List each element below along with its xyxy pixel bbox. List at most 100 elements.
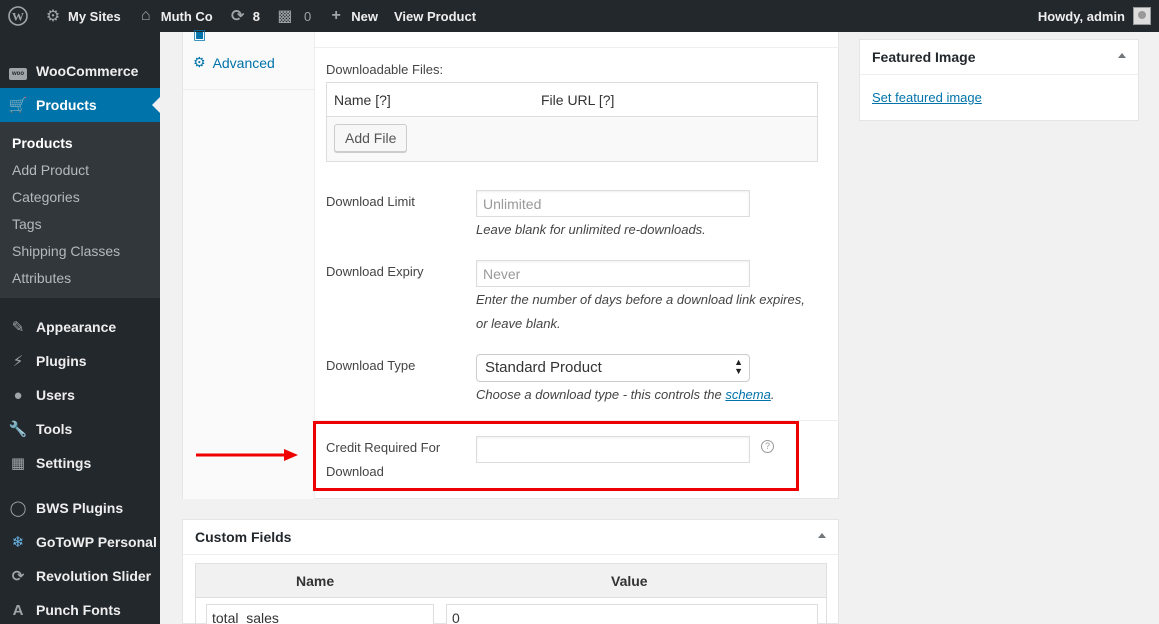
plug-icon: ⚡ [12, 353, 24, 370]
snowflake-icon: ❄ [11, 534, 25, 551]
woocommerce-icon: woo [0, 62, 36, 80]
download-limit-input[interactable]: Unlimited [476, 190, 750, 217]
new-label: New [351, 8, 378, 24]
sidebar-item-plugins[interactable]: ⚡ Plugins [0, 344, 160, 378]
download-expiry-description-line2: or leave blank. [476, 316, 561, 331]
sidebar-item-punch-fonts[interactable]: A Punch Fonts [0, 593, 160, 624]
cart-icon: 🛒 [8, 97, 28, 114]
comments-menu[interactable]: ▩ 0 [268, 0, 319, 32]
sidebar-item-settings[interactable]: ▦ Settings [0, 446, 160, 480]
sidebar-item-label: Appearance [36, 319, 117, 335]
custom-fields-table: Name Value total_sales 0 [195, 563, 827, 624]
submenu-attributes[interactable]: Attributes [12, 270, 71, 286]
section-divider [315, 47, 839, 48]
download-expiry-label: Download Expiry [326, 264, 424, 279]
featured-image-header[interactable]: Featured Image [860, 40, 1138, 75]
download-type-description-text: Choose a download type - this controls t… [476, 387, 722, 402]
sidebar-item-label: Tools [36, 421, 73, 437]
sidebar-item-revolution-slider[interactable]: ⟳ Revolution Slider [0, 559, 160, 593]
custom-fields-box: Custom Fields Name Value total_sales 0 [182, 519, 839, 624]
updates-icon: ⟳ [231, 8, 245, 25]
refresh-icon: ⟳ [11, 568, 25, 585]
column-file-url-header[interactable]: File URL [?] [541, 92, 614, 108]
custom-field-name-input[interactable]: total_sales [206, 604, 434, 624]
downloadable-files-footer: Add File [327, 117, 817, 161]
custom-field-value-input[interactable]: 0 [446, 604, 818, 624]
comments-count: 0 [303, 8, 312, 24]
featured-image-title: Featured Image [872, 49, 976, 65]
downloadable-files-label: Downloadable Files: [326, 62, 444, 77]
updates-count: 8 [252, 8, 260, 24]
select-arrows-icon: ▲ ▼ [734, 357, 743, 376]
set-featured-image-link[interactable]: Set featured image [872, 90, 982, 105]
custom-fields-title: Custom Fields [195, 529, 292, 545]
annotation-arrow-icon [196, 449, 298, 461]
tab-advanced-label: Advanced [212, 54, 275, 71]
gear-icon: ⚙ [193, 54, 206, 70]
submenu-products[interactable]: Products [12, 135, 73, 151]
custom-fields-header[interactable]: Custom Fields [183, 520, 838, 555]
downloadable-files-header: Name [?] File URL [?] [327, 83, 817, 117]
paintbrush-icon: ✎ [11, 319, 25, 336]
download-expiry-input[interactable]: Never [476, 260, 750, 287]
products-submenu: Products Add Product Categories Tags Shi… [0, 122, 160, 298]
sidebar-item-label: Settings [36, 455, 92, 471]
submenu-add-product[interactable]: Add Product [12, 162, 89, 178]
sidebar-item-label: Products [36, 97, 97, 113]
sidebar-item-woocommerce[interactable]: woo WooCommerce [0, 54, 160, 88]
custom-fields-table-header: Name Value [196, 564, 826, 598]
tab-advanced[interactable]: ⚙ Advanced [193, 54, 324, 71]
plus-icon: + [331, 7, 341, 24]
submenu-shipping-classes[interactable]: Shipping Classes [12, 243, 120, 259]
schema-link[interactable]: schema [725, 387, 771, 402]
download-limit-description: Leave blank for unlimited re-downloads. [476, 222, 706, 237]
avatar [1133, 7, 1151, 25]
sidebar-item-bws-plugins[interactable]: ◯ BWS Plugins [0, 491, 160, 525]
sidebar-item-label: GoToWP Personal [36, 534, 157, 550]
column-name-header[interactable]: Name [?] [334, 92, 391, 108]
tab-attributes-partial[interactable]: ▣ [193, 26, 206, 43]
bws-icon: ◯ [9, 500, 27, 517]
add-file-button[interactable]: Add File [334, 124, 408, 152]
comment-bubble-icon: ▩ [277, 8, 293, 25]
sidebar-item-appearance[interactable]: ✎ Appearance [0, 310, 160, 344]
download-type-value: Standard Product [485, 359, 602, 376]
font-icon: A [12, 601, 24, 619]
site-name-menu[interactable]: ⌂ Muth Co [129, 0, 221, 32]
home-icon: ⌂ [140, 7, 151, 24]
column-value-header: Value [611, 573, 648, 589]
sidebar-item-users[interactable]: ● Users [0, 378, 160, 412]
howdy-label: Howdy, admin [1037, 8, 1125, 24]
wrench-icon: 🔧 [8, 421, 28, 438]
sidebar-item-label: Users [36, 387, 75, 403]
submenu-categories[interactable]: Categories [12, 189, 80, 205]
user-icon: ● [13, 386, 23, 404]
sidebar-item-label: Revolution Slider [36, 568, 152, 584]
collapse-toggle-icon[interactable] [818, 533, 826, 538]
sidebar-item-label: BWS Plugins [36, 500, 124, 516]
new-content-menu[interactable]: + New [319, 0, 386, 32]
featured-image-box: Featured Image Set featured image [859, 39, 1139, 121]
collapse-toggle-icon[interactable] [1118, 53, 1126, 58]
download-type-description: Choose a download type - this controls t… [476, 387, 775, 402]
downloadable-files-table: Name [?] File URL [?] Add File [326, 82, 818, 162]
view-product-link[interactable]: View Product [386, 0, 484, 32]
submenu-tags[interactable]: Tags [12, 216, 42, 232]
wordpress-logo-icon[interactable]: W [0, 0, 36, 32]
download-type-label: Download Type [326, 358, 416, 373]
my-sites-menu[interactable]: ⚙ My Sites [36, 0, 129, 32]
admin-sidebar: woo WooCommerce 🛒 Products Products Add … [0, 32, 160, 624]
sidebar-item-label: WooCommerce [36, 63, 139, 79]
site-name-label: Muth Co [160, 8, 213, 24]
sidebar-item-tools[interactable]: 🔧 Tools [0, 412, 160, 446]
account-menu[interactable]: Howdy, admin [1030, 0, 1159, 32]
column-name-header: Name [296, 573, 335, 589]
sidebar-item-products[interactable]: 🛒 Products [0, 88, 160, 122]
sidebar-item-gotowp[interactable]: ❄ GoToWP Personal [0, 525, 160, 559]
my-sites-icon: ⚙ [45, 8, 61, 25]
updates-menu[interactable]: ⟳ 8 [221, 0, 268, 32]
sliders-icon: ▦ [10, 455, 26, 472]
product-data-tabs: ▣ ⚙ Advanced [183, 26, 315, 499]
download-type-select[interactable]: Standard Product ▲ ▼ [476, 354, 750, 382]
tab-divider [183, 89, 314, 90]
